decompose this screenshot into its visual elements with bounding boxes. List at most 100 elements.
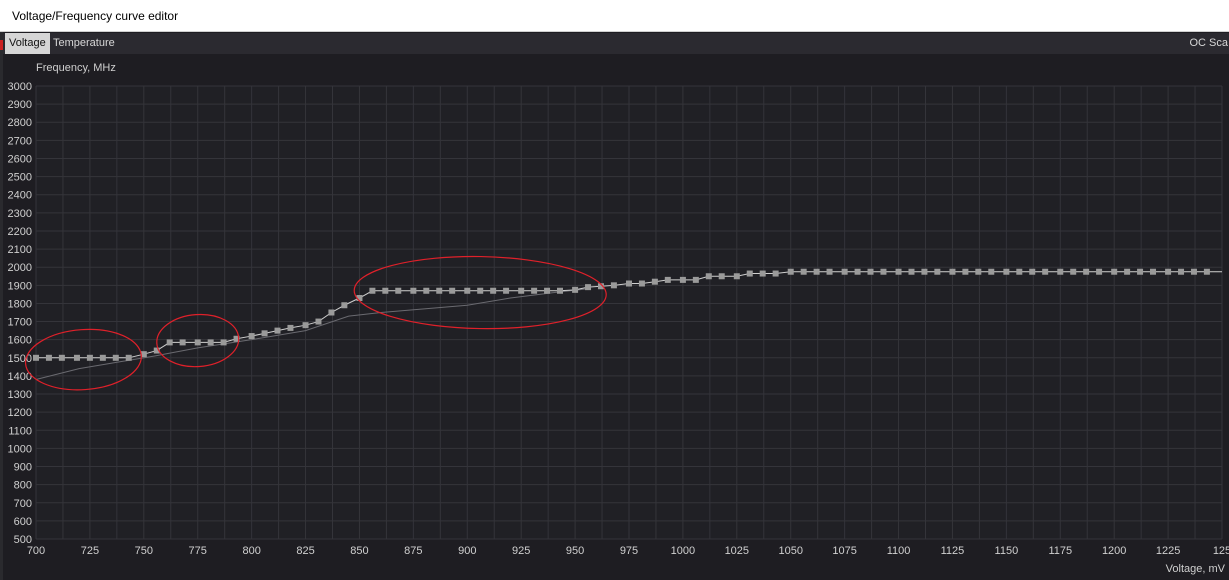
- curve-point[interactable]: [73, 354, 80, 361]
- curve-point[interactable]: [1111, 268, 1118, 275]
- curve-point[interactable]: [841, 268, 848, 275]
- curve-point[interactable]: [1003, 268, 1010, 275]
- curve-point[interactable]: [975, 268, 982, 275]
- curve-point[interactable]: [787, 268, 794, 275]
- curve-point[interactable]: [556, 287, 563, 294]
- x-tick-label: 1000: [671, 545, 695, 557]
- vf-curve-chart[interactable]: 700 725 750 775 800 825 850 875 900 925 950 975 1000…: [0, 54, 1229, 580]
- curve-point[interactable]: [477, 287, 484, 294]
- curve-point[interactable]: [759, 270, 766, 277]
- y-tick-label: 1900: [8, 280, 32, 292]
- curve-point[interactable]: [610, 282, 617, 289]
- curve-point[interactable]: [934, 268, 941, 275]
- curve-point[interactable]: [99, 354, 106, 361]
- curve-point[interactable]: [45, 354, 52, 361]
- curve-point[interactable]: [679, 276, 686, 283]
- curve-point[interactable]: [328, 309, 335, 316]
- title-bar[interactable]: Voltage/Frequency curve editor: [0, 0, 1229, 32]
- curve-point[interactable]: [705, 273, 712, 280]
- y-tick-label: 2400: [8, 190, 32, 202]
- curve-point[interactable]: [962, 268, 969, 275]
- curve-point[interactable]: [194, 339, 201, 346]
- tab-temperature[interactable]: Temperature: [49, 33, 119, 54]
- curve-point[interactable]: [1124, 268, 1131, 275]
- curve-point[interactable]: [449, 287, 456, 294]
- curve-point[interactable]: [1016, 268, 1023, 275]
- curve-point[interactable]: [518, 287, 525, 294]
- curve-point[interactable]: [988, 268, 995, 275]
- x-tick-label: 900: [458, 545, 476, 557]
- curve-point[interactable]: [1083, 268, 1090, 275]
- curve-point[interactable]: [572, 286, 579, 293]
- curve-point[interactable]: [585, 284, 592, 291]
- curve-point[interactable]: [800, 268, 807, 275]
- curve-point[interactable]: [341, 302, 348, 309]
- x-tick-label: 700: [27, 545, 45, 557]
- curve-point[interactable]: [369, 287, 376, 294]
- curve-point[interactable]: [287, 324, 294, 331]
- curve-point[interactable]: [395, 287, 402, 294]
- curve-point[interactable]: [179, 339, 186, 346]
- curve-point[interactable]: [949, 268, 956, 275]
- curve-point[interactable]: [1042, 268, 1049, 275]
- curve-point[interactable]: [651, 278, 658, 285]
- curve-point[interactable]: [692, 276, 699, 283]
- tab-oc-scan[interactable]: OC Sca: [1185, 33, 1229, 54]
- curve-point[interactable]: [33, 354, 39, 361]
- curve-point[interactable]: [410, 287, 417, 294]
- curve-point[interactable]: [220, 339, 227, 346]
- curve-point[interactable]: [86, 354, 93, 361]
- curve-point[interactable]: [58, 354, 65, 361]
- curve-point[interactable]: [1057, 268, 1064, 275]
- curve-point[interactable]: [274, 327, 281, 334]
- curve-point[interactable]: [125, 354, 132, 361]
- curve-point[interactable]: [746, 270, 753, 277]
- curve-point[interactable]: [166, 339, 173, 346]
- curve-point[interactable]: [854, 268, 861, 275]
- curve-point[interactable]: [772, 270, 779, 277]
- x-tick-label: 975: [620, 545, 638, 557]
- curve-point[interactable]: [626, 280, 632, 287]
- y-tick-label: 700: [14, 498, 32, 510]
- curve-point[interactable]: [908, 268, 915, 275]
- tab-voltage[interactable]: Voltage: [5, 33, 50, 54]
- x-tick-label: 125: [1213, 545, 1229, 557]
- curve-point[interactable]: [921, 268, 928, 275]
- y-tick-label: 2800: [8, 117, 32, 129]
- curve-point[interactable]: [531, 287, 538, 294]
- curve-point[interactable]: [718, 273, 725, 280]
- curve-point[interactable]: [382, 287, 389, 294]
- curve-point[interactable]: [207, 339, 214, 346]
- curve-point[interactable]: [302, 322, 309, 329]
- curve-point[interactable]: [490, 287, 497, 294]
- curve-point[interactable]: [503, 287, 510, 294]
- curve-point[interactable]: [867, 268, 874, 275]
- curve-point[interactable]: [248, 333, 255, 340]
- curve-point[interactable]: [544, 287, 551, 294]
- curve-point[interactable]: [1070, 268, 1077, 275]
- curve-point[interactable]: [261, 330, 268, 337]
- curve-point[interactable]: [1029, 268, 1036, 275]
- curve-point[interactable]: [436, 287, 443, 294]
- curve-point[interactable]: [895, 268, 902, 275]
- curve-point[interactable]: [1149, 268, 1156, 275]
- curve-point[interactable]: [638, 280, 645, 287]
- x-tick-label: 1150: [995, 545, 1019, 557]
- curve-point[interactable]: [112, 354, 119, 361]
- curve-point[interactable]: [1137, 268, 1144, 275]
- curve-point[interactable]: [1190, 268, 1197, 275]
- curve-point[interactable]: [880, 268, 887, 275]
- curve-point[interactable]: [1165, 268, 1172, 275]
- curve-point[interactable]: [1203, 268, 1210, 275]
- window-title: Voltage/Frequency curve editor: [12, 9, 179, 23]
- curve-point[interactable]: [315, 318, 322, 325]
- curve-point[interactable]: [423, 287, 430, 294]
- curve-point[interactable]: [1096, 268, 1103, 275]
- curve-point[interactable]: [826, 268, 833, 275]
- x-tick-label: 1200: [1102, 545, 1126, 557]
- curve-point[interactable]: [464, 287, 471, 294]
- curve-point[interactable]: [664, 276, 671, 283]
- curve-point[interactable]: [733, 273, 740, 280]
- curve-point[interactable]: [813, 268, 820, 275]
- curve-point[interactable]: [1178, 268, 1185, 275]
